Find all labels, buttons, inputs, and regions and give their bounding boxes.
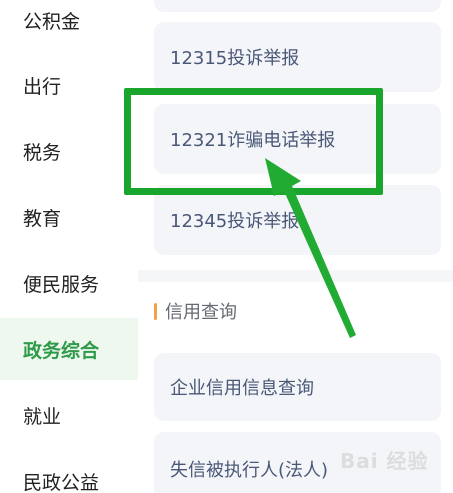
- page: 公积金 出行 税务 教育 便民服务 政务综合 就业 民政公益 12315投诉举报: [0, 0, 453, 493]
- pointer-arrow-icon: [265, 158, 356, 338]
- arrow-shape: [265, 158, 356, 338]
- watermark: Bai 经验: [340, 449, 429, 473]
